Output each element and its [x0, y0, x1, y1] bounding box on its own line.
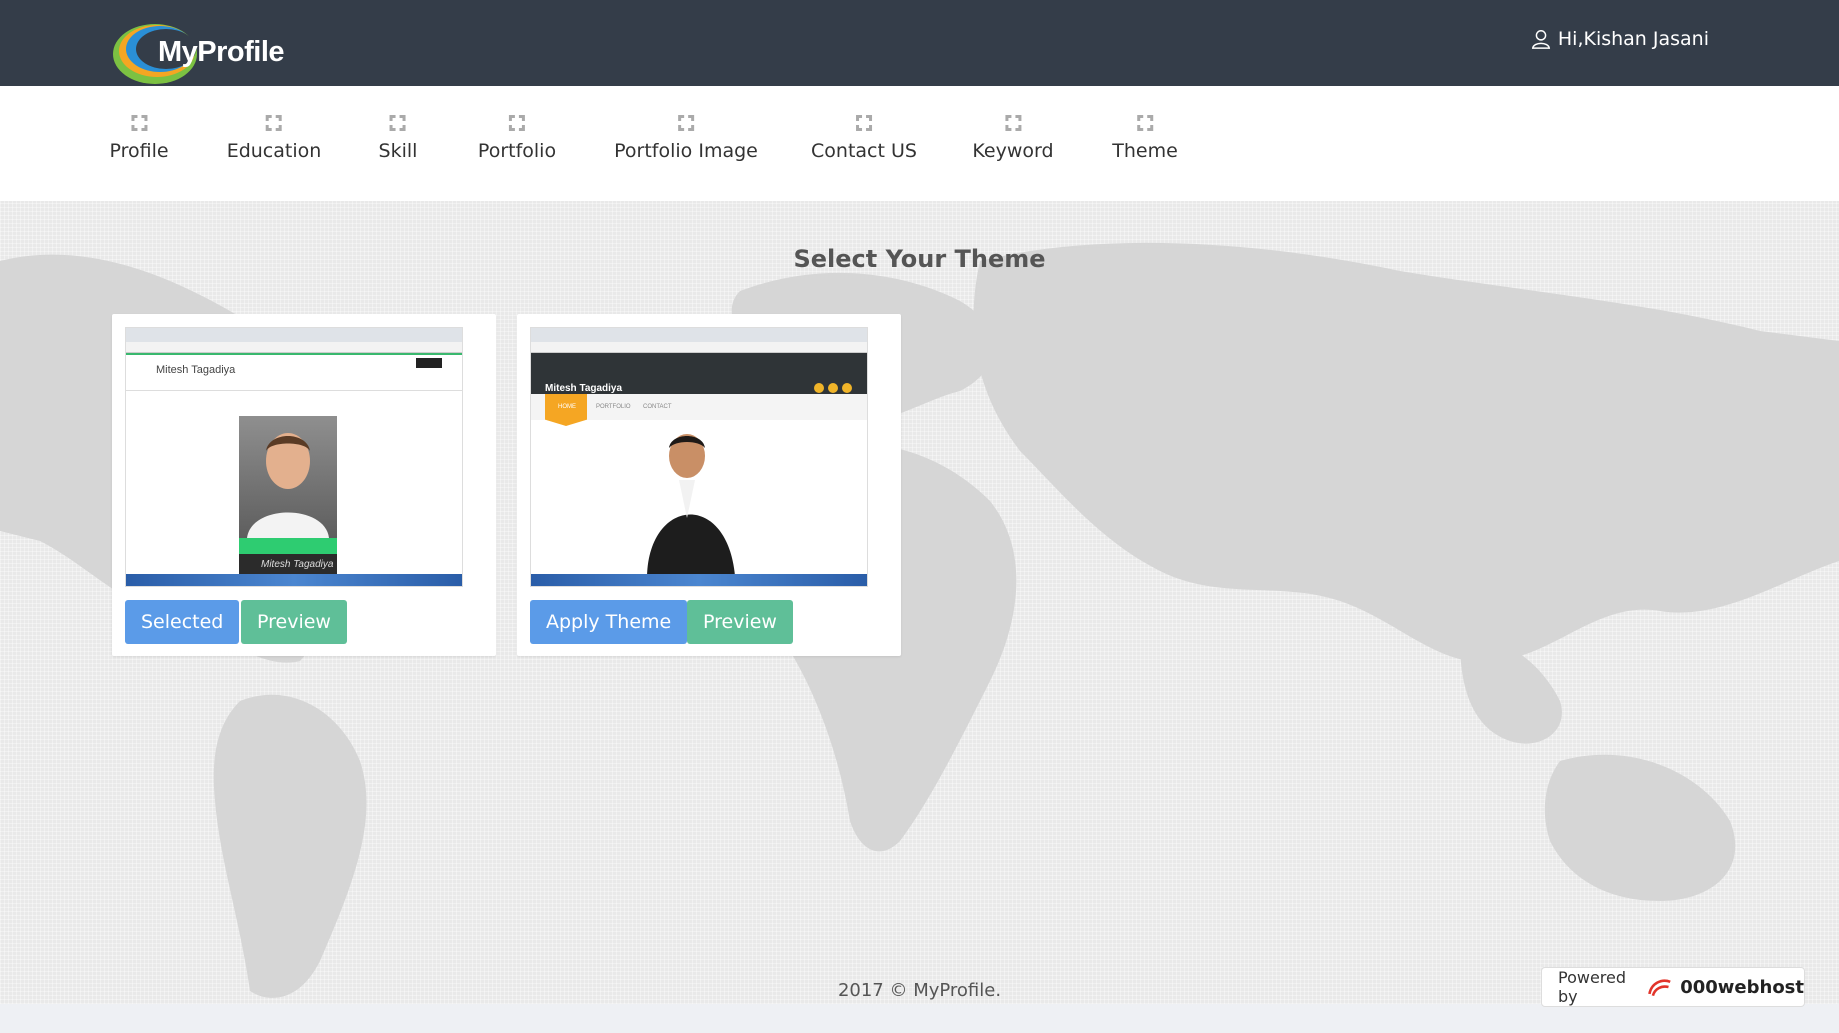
nav-item-theme[interactable]: Theme — [1112, 114, 1178, 162]
nav-label-theme: Theme — [1112, 140, 1178, 162]
preview-button-1[interactable]: Preview — [241, 600, 347, 644]
theme-card-2: Mitesh Tagadiya HOME PORTFOLIO CONTACT A… — [517, 314, 901, 656]
thumb-menu-home: HOME — [558, 404, 576, 410]
thumb-active-tab — [545, 394, 587, 426]
thumb-menu-contact: CONTACT — [643, 404, 672, 410]
logo-text: MyProfile — [158, 36, 285, 68]
thumb-social-icons — [416, 358, 442, 368]
user-greeting: Hi,Kishan Jasani — [1557, 28, 1709, 50]
thumb-name: Mitesh Tagadiya — [545, 383, 623, 394]
thumb-name: Mitesh Tagadiya — [156, 364, 236, 376]
theme-card-1: Mitesh Tagadiya Mitesh Tagadiya Selected… — [112, 314, 496, 656]
nav-item-portfolio[interactable]: Portfolio — [478, 114, 556, 162]
nav-item-portfolio-image[interactable]: Portfolio Image — [614, 114, 758, 162]
expand-icon — [1005, 115, 1021, 131]
thumb-divider — [126, 390, 462, 391]
person-photo-icon — [247, 433, 329, 538]
webhost-logo-icon — [1648, 979, 1671, 997]
bottom-strip — [0, 1004, 1839, 1033]
apply-theme-button[interactable]: Apply Theme — [530, 600, 688, 644]
expand-icon — [508, 115, 525, 131]
thumb-portrait — [643, 428, 739, 576]
page-title: Select Your Theme — [793, 245, 1046, 273]
thumb-accent-line — [126, 353, 462, 355]
expand-icon — [1136, 115, 1153, 131]
top-header: MyProfile Hi,Kishan Jasani — [0, 0, 1839, 86]
thumb-browser-tabs — [126, 328, 462, 342]
expand-icon — [390, 115, 406, 131]
expand-icon — [130, 115, 147, 131]
thumb-address-bar — [531, 342, 867, 353]
nav-label-contact-us: Contact US — [811, 140, 917, 162]
thumb-social-icons — [813, 379, 853, 393]
nav-item-education[interactable]: Education — [226, 114, 322, 162]
user-icon — [1531, 30, 1550, 49]
thumb-taskbar — [531, 574, 867, 586]
nav-label-portfolio-image: Portfolio Image — [614, 140, 758, 162]
nav-label-skill: Skill — [378, 140, 418, 162]
theme-selection-area: Select Your Theme Mitesh Tagadiya Mitesh… — [0, 201, 1839, 1004]
powered-brand: 000webhost — [1680, 976, 1804, 998]
preview-button-2[interactable]: Preview — [687, 600, 793, 644]
nav-item-profile[interactable]: Profile — [109, 114, 169, 162]
thumb-signature: Mitesh Tagadiya — [261, 559, 334, 570]
thumb-menu-portfolio: PORTFOLIO — [596, 404, 631, 410]
nav-label-education: Education — [226, 140, 322, 162]
thumb-taskbar — [126, 574, 462, 586]
thumb-portrait — [239, 416, 337, 538]
nav-label-keyword: Keyword — [972, 140, 1054, 162]
thumb-menu-bar: HOME PORTFOLIO CONTACT — [531, 394, 867, 426]
theme-1-thumbnail[interactable]: Mitesh Tagadiya Mitesh Tagadiya — [125, 327, 463, 587]
thumb-social-bar — [239, 538, 337, 554]
expand-icon — [678, 115, 694, 131]
nav-label-profile: Profile — [109, 140, 169, 162]
thumb-address-bar — [126, 342, 462, 353]
powered-by-badge[interactable]: Powered by 000webhost — [1541, 967, 1805, 1007]
expand-icon — [266, 115, 282, 131]
social-circles-icon — [814, 383, 852, 393]
nav-item-keyword[interactable]: Keyword — [972, 114, 1054, 162]
expand-icon — [856, 115, 872, 131]
thumb-signature-box: Mitesh Tagadiya — [239, 554, 337, 576]
user-menu[interactable]: Hi,Kishan Jasani — [1530, 24, 1709, 54]
main-nav: Profile Education Skill Portfolio Portfo… — [0, 86, 1839, 201]
nav-label-portfolio: Portfolio — [477, 140, 557, 162]
powered-label: Powered by — [1558, 968, 1627, 1006]
person-photo-icon — [647, 434, 735, 576]
nav-item-contact-us[interactable]: Contact US — [811, 114, 917, 162]
myprofile-logo[interactable]: MyProfile — [110, 18, 310, 86]
nav-item-skill[interactable]: Skill — [378, 114, 418, 162]
thumb-browser-tabs — [531, 328, 867, 342]
selected-button[interactable]: Selected — [125, 600, 240, 644]
theme-2-thumbnail[interactable]: Mitesh Tagadiya HOME PORTFOLIO CONTACT — [530, 327, 868, 587]
